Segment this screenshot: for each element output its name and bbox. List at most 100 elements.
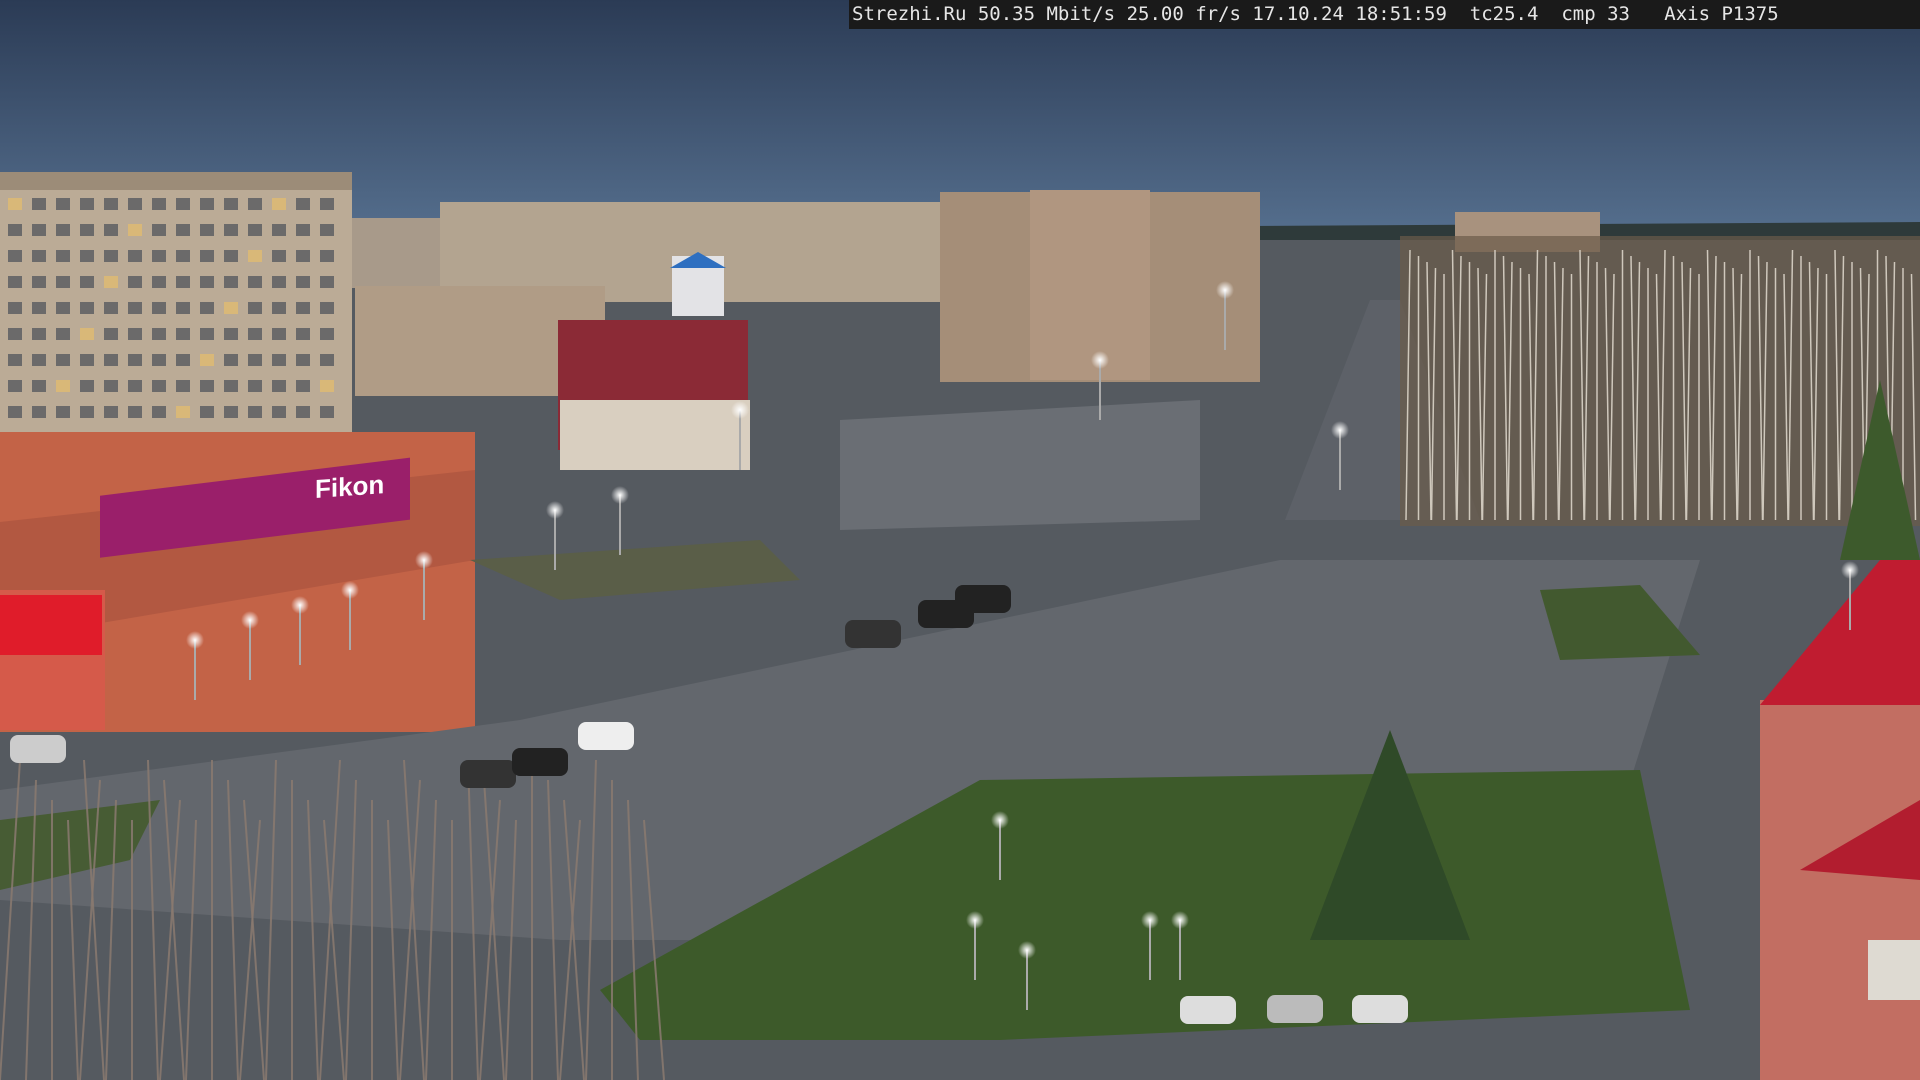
building-window <box>320 354 334 366</box>
lamp-light <box>1331 421 1349 439</box>
building-window <box>224 354 238 366</box>
building-window <box>296 380 310 392</box>
building-window <box>200 250 214 262</box>
building-window <box>272 224 286 236</box>
lamp-light <box>291 596 309 614</box>
building-window <box>104 328 118 340</box>
lamp-light <box>186 631 204 649</box>
building-window <box>32 250 46 262</box>
building-window <box>152 276 166 288</box>
plaza <box>840 400 1200 530</box>
overlay-time: 18:51:59 <box>1355 3 1447 25</box>
building-window <box>128 276 142 288</box>
building-window <box>248 198 262 210</box>
building-window <box>8 250 22 262</box>
building-window <box>200 302 214 314</box>
building-window <box>8 302 22 314</box>
overlay-cmp: cmp 33 <box>1561 3 1630 25</box>
building-window <box>152 406 166 418</box>
building-window <box>8 276 22 288</box>
building-window <box>8 380 22 392</box>
building-window <box>80 406 94 418</box>
building-window <box>320 250 334 262</box>
building-window <box>320 224 334 236</box>
building-window <box>272 198 286 210</box>
building-window <box>56 328 70 340</box>
lamp-light <box>1091 351 1109 369</box>
building-window <box>176 224 190 236</box>
car <box>1352 995 1408 1023</box>
building-window <box>104 406 118 418</box>
building-window <box>56 406 70 418</box>
building-window <box>80 198 94 210</box>
building-window <box>296 354 310 366</box>
building-window <box>224 198 238 210</box>
building-window <box>152 198 166 210</box>
overlay-site: Strezhi.Ru <box>852 3 967 25</box>
building-window <box>248 250 262 262</box>
building-window <box>104 224 118 236</box>
building-window <box>56 250 70 262</box>
building-window <box>272 250 286 262</box>
building-window <box>320 406 334 418</box>
building-window <box>80 302 94 314</box>
building-window <box>200 380 214 392</box>
building-window <box>8 198 22 210</box>
building-window <box>272 328 286 340</box>
building-window <box>8 328 22 340</box>
building-window <box>80 354 94 366</box>
lamp-light <box>1018 941 1036 959</box>
building-window <box>80 328 94 340</box>
building-window <box>56 276 70 288</box>
car <box>10 735 66 763</box>
building-window <box>296 276 310 288</box>
building-window <box>248 276 262 288</box>
building-window <box>128 406 142 418</box>
building-window <box>176 276 190 288</box>
building-window <box>200 406 214 418</box>
car <box>1180 996 1236 1024</box>
building-window <box>248 224 262 236</box>
building-window <box>224 302 238 314</box>
lamp-light <box>1171 911 1189 929</box>
lamp-light <box>241 611 259 629</box>
building-window <box>104 198 118 210</box>
building-window <box>104 250 118 262</box>
building-window <box>104 380 118 392</box>
building-window <box>32 224 46 236</box>
building-window <box>32 354 46 366</box>
lamp-light <box>415 551 433 569</box>
overlay-camera: Axis P1375 <box>1664 3 1779 25</box>
building-window <box>320 302 334 314</box>
building-window <box>104 302 118 314</box>
building-window <box>128 224 142 236</box>
building-window <box>32 302 46 314</box>
building-window <box>152 354 166 366</box>
building-window <box>272 406 286 418</box>
lamp-light <box>611 486 629 504</box>
building-window <box>8 224 22 236</box>
building-window <box>296 224 310 236</box>
building-window <box>296 328 310 340</box>
building-window <box>176 380 190 392</box>
building-window <box>176 328 190 340</box>
building-window <box>248 380 262 392</box>
building-window <box>32 328 46 340</box>
building-window <box>128 198 142 210</box>
building-window <box>200 328 214 340</box>
building-window <box>128 250 142 262</box>
building-window <box>8 354 22 366</box>
car <box>955 585 1011 613</box>
building-window <box>80 276 94 288</box>
lamp-light <box>341 581 359 599</box>
building-window <box>152 328 166 340</box>
car <box>578 722 634 750</box>
building-window <box>320 380 334 392</box>
shop-sign-right: Fikon <box>315 469 384 504</box>
car <box>845 620 901 648</box>
building-window <box>128 354 142 366</box>
building-window <box>320 198 334 210</box>
building-window <box>176 354 190 366</box>
building-window <box>80 250 94 262</box>
building-window <box>56 224 70 236</box>
